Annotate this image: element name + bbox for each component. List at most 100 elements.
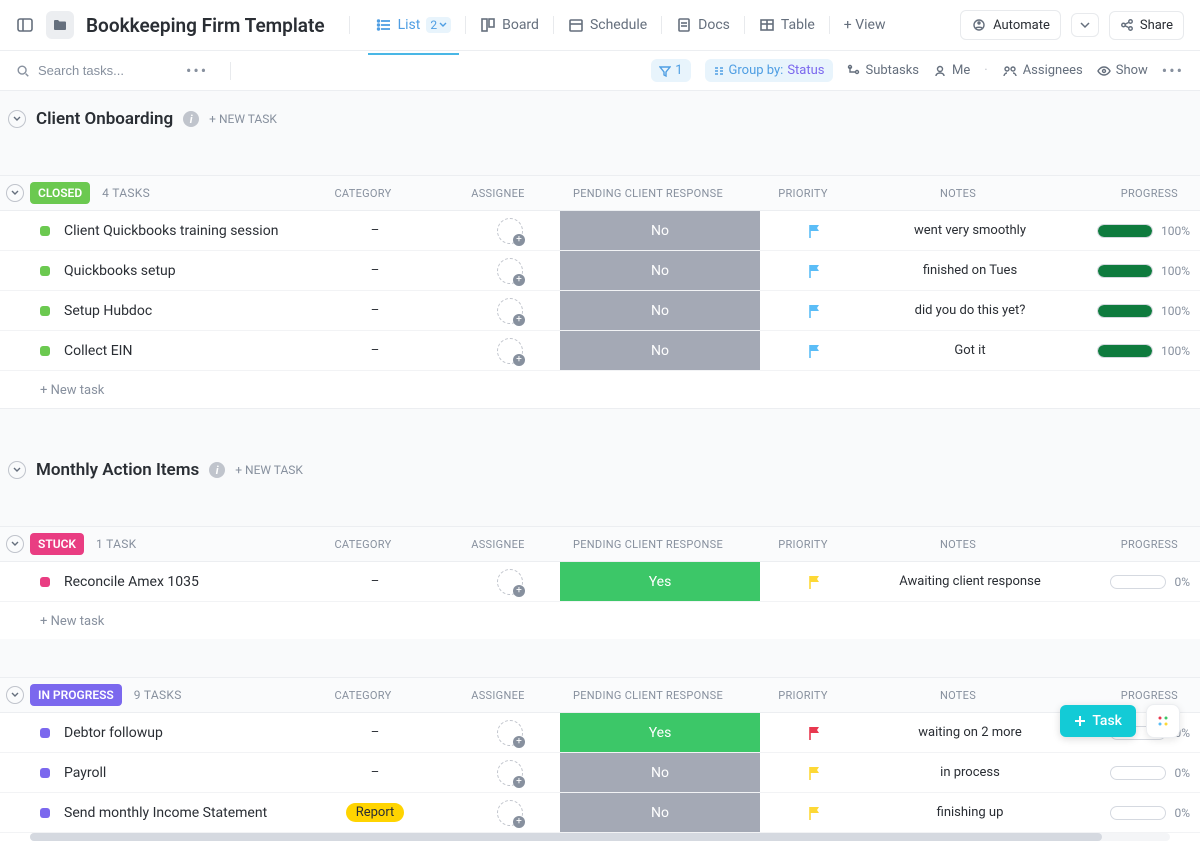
task-row[interactable]: Reconcile Amex 1035–YesAwaiting client r… bbox=[0, 562, 1200, 602]
subtasks-toggle[interactable]: Subtasks bbox=[847, 63, 920, 78]
group-by-pill[interactable]: Group by: Status bbox=[705, 59, 833, 82]
cell-pending[interactable]: No bbox=[560, 251, 760, 290]
assignee-empty-icon[interactable] bbox=[497, 760, 523, 786]
cell-pending[interactable]: No bbox=[560, 753, 760, 792]
col-progress[interactable]: PROGRESS bbox=[1058, 187, 1188, 200]
info-icon[interactable]: i bbox=[183, 111, 199, 127]
cell-category[interactable]: – bbox=[290, 713, 460, 752]
category-tag[interactable]: Report bbox=[346, 803, 405, 822]
col-assignee[interactable]: ASSIGNEE bbox=[448, 689, 548, 702]
assignee-empty-icon[interactable] bbox=[497, 720, 523, 746]
cell-pending[interactable]: No bbox=[560, 331, 760, 370]
group-collapse[interactable] bbox=[6, 686, 24, 704]
cell-priority[interactable] bbox=[760, 793, 870, 832]
cell-pending[interactable]: No bbox=[560, 291, 760, 330]
view-board[interactable]: Board bbox=[478, 11, 541, 39]
col-notes[interactable]: NOTES bbox=[858, 689, 1058, 702]
cell-assignee[interactable] bbox=[460, 211, 560, 250]
cell-assignee[interactable] bbox=[460, 251, 560, 290]
cell-assignee[interactable] bbox=[460, 291, 560, 330]
group-status-label[interactable]: IN PROGRESS bbox=[30, 684, 122, 706]
cell-assignee[interactable] bbox=[460, 331, 560, 370]
task-row[interactable]: Payroll–Noin process0% bbox=[0, 753, 1200, 793]
show-toggle[interactable]: Show bbox=[1097, 63, 1148, 78]
col-priority[interactable]: PRIORITY bbox=[748, 689, 858, 702]
status-square[interactable] bbox=[40, 577, 50, 587]
cell-notes[interactable]: went very smoothly bbox=[870, 211, 1070, 250]
cell-category[interactable]: – bbox=[290, 291, 460, 330]
cell-progress[interactable]: 0% bbox=[1070, 562, 1200, 601]
new-task-row[interactable]: + New task bbox=[0, 602, 1200, 639]
group-collapse[interactable] bbox=[6, 184, 24, 202]
task-row[interactable]: Collect EIN–NoGot it100% bbox=[0, 331, 1200, 371]
cell-category[interactable]: Report bbox=[290, 793, 460, 832]
cell-priority[interactable] bbox=[760, 211, 870, 250]
col-progress[interactable]: PROGRESS bbox=[1058, 689, 1188, 702]
cell-progress[interactable]: 100% bbox=[1070, 211, 1200, 250]
assignees-filter[interactable]: Assignees bbox=[1002, 63, 1083, 78]
col-pending[interactable]: PENDING CLIENT RESPONSE bbox=[548, 689, 748, 702]
cell-category[interactable]: – bbox=[290, 753, 460, 792]
status-square[interactable] bbox=[40, 346, 50, 356]
task-row[interactable]: Quickbooks setup–Nofinished on Tues100% bbox=[0, 251, 1200, 291]
automate-dropdown[interactable] bbox=[1071, 13, 1099, 37]
section-collapse[interactable] bbox=[8, 110, 26, 128]
cell-pending[interactable]: No bbox=[560, 211, 760, 250]
cell-pending[interactable]: Yes bbox=[560, 713, 760, 752]
cell-notes[interactable]: waiting on 2 more bbox=[870, 713, 1070, 752]
col-category[interactable]: CATEGORY bbox=[278, 187, 448, 200]
view-schedule[interactable]: Schedule bbox=[566, 11, 649, 39]
assignee-empty-icon[interactable] bbox=[497, 569, 523, 595]
assignee-empty-icon[interactable] bbox=[497, 338, 523, 364]
app-switcher-icon[interactable] bbox=[1146, 704, 1180, 738]
col-pending[interactable]: PENDING CLIENT RESPONSE bbox=[548, 187, 748, 200]
add-view[interactable]: + View bbox=[842, 11, 888, 39]
cell-category[interactable]: – bbox=[290, 331, 460, 370]
col-priority[interactable]: PRIORITY bbox=[748, 187, 858, 200]
cell-priority[interactable] bbox=[760, 713, 870, 752]
status-square[interactable] bbox=[40, 266, 50, 276]
cell-priority[interactable] bbox=[760, 251, 870, 290]
cell-priority[interactable] bbox=[760, 562, 870, 601]
status-square[interactable] bbox=[40, 768, 50, 778]
new-task-row[interactable]: + New task bbox=[0, 371, 1200, 408]
sidebar-toggle-icon[interactable] bbox=[16, 16, 34, 34]
search-more-icon[interactable]: ••• bbox=[186, 63, 208, 79]
view-list[interactable]: List 2 bbox=[374, 11, 454, 39]
assignee-empty-icon[interactable] bbox=[497, 258, 523, 284]
new-task-header[interactable]: + NEW TASK bbox=[235, 463, 303, 477]
search-input[interactable] bbox=[16, 62, 176, 79]
col-category[interactable]: CATEGORY bbox=[278, 689, 448, 702]
horizontal-scrollbar[interactable] bbox=[30, 833, 1170, 841]
info-icon[interactable]: i bbox=[209, 462, 225, 478]
col-category[interactable]: CATEGORY bbox=[278, 538, 448, 551]
cell-assignee[interactable] bbox=[460, 793, 560, 832]
new-task-header[interactable]: + NEW TASK bbox=[209, 112, 277, 126]
cell-progress[interactable]: 0% bbox=[1070, 753, 1200, 792]
task-row[interactable]: Debtor followup–Yeswaiting on 2 more0% bbox=[0, 713, 1200, 753]
status-square[interactable] bbox=[40, 306, 50, 316]
cell-progress[interactable]: 100% bbox=[1070, 331, 1200, 370]
col-progress[interactable]: PROGRESS bbox=[1058, 538, 1188, 551]
subbar-more-icon[interactable]: ••• bbox=[1162, 63, 1184, 79]
group-status-label[interactable]: CLOSED bbox=[30, 182, 90, 204]
new-task-fab[interactable]: Task bbox=[1060, 705, 1136, 737]
col-priority[interactable]: PRIORITY bbox=[748, 538, 858, 551]
task-row[interactable]: Send monthly Income StatementReportNofin… bbox=[0, 793, 1200, 833]
task-row[interactable]: Setup Hubdoc–Nodid you do this yet?100% bbox=[0, 291, 1200, 331]
cell-notes[interactable]: finished on Tues bbox=[870, 251, 1070, 290]
automate-button[interactable]: Automate bbox=[960, 10, 1061, 40]
col-pending[interactable]: PENDING CLIENT RESPONSE bbox=[548, 538, 748, 551]
cell-progress[interactable]: 100% bbox=[1070, 291, 1200, 330]
cell-progress[interactable]: 0% bbox=[1070, 793, 1200, 832]
col-assignee[interactable]: ASSIGNEE bbox=[448, 538, 548, 551]
share-button[interactable]: Share bbox=[1109, 11, 1184, 40]
view-docs[interactable]: Docs bbox=[674, 11, 732, 39]
view-table[interactable]: Table bbox=[757, 11, 817, 39]
col-assignee[interactable]: ASSIGNEE bbox=[448, 187, 548, 200]
cell-assignee[interactable] bbox=[460, 562, 560, 601]
cell-notes[interactable]: Awaiting client response bbox=[870, 562, 1070, 601]
group-status-label[interactable]: STUCK bbox=[30, 533, 84, 555]
group-collapse[interactable] bbox=[6, 535, 24, 553]
section-collapse[interactable] bbox=[8, 461, 26, 479]
